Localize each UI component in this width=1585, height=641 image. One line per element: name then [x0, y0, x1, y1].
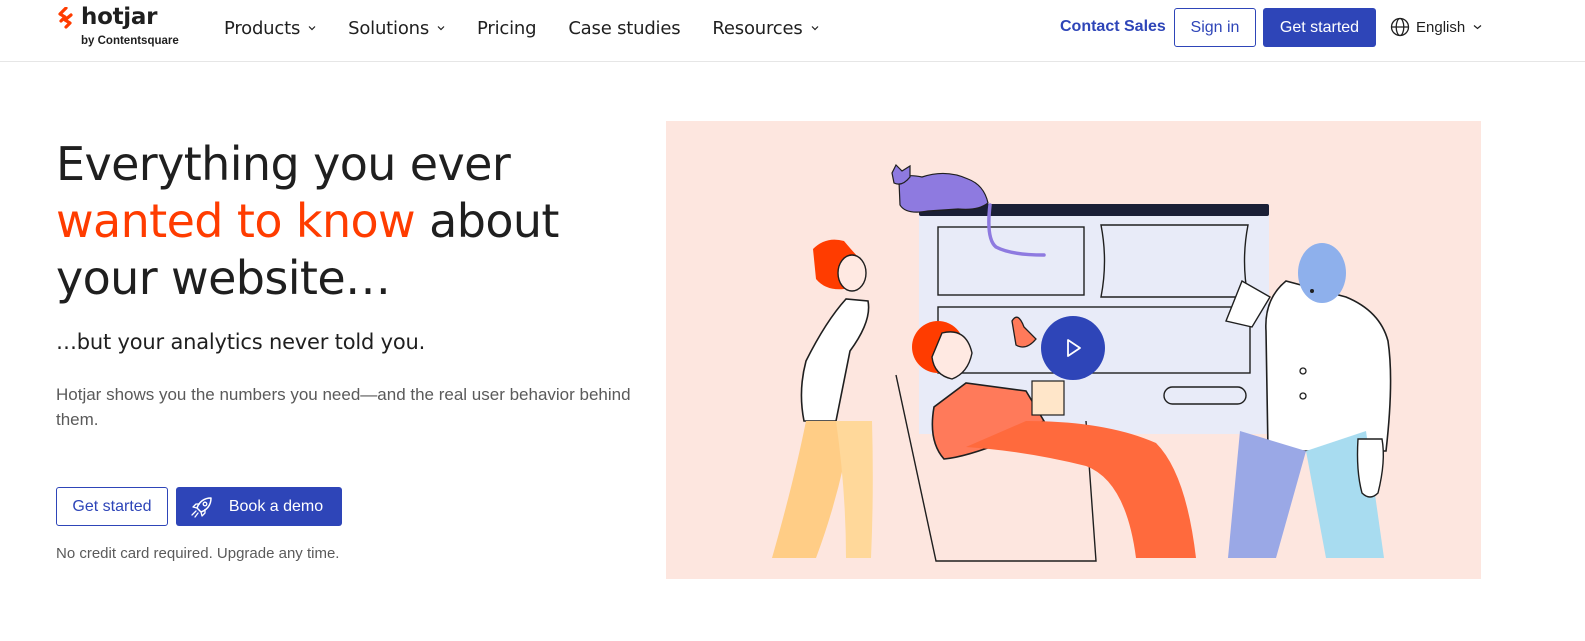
nav-label: Products	[224, 17, 301, 39]
language-selector[interactable]: English	[1390, 17, 1482, 37]
get-started-button[interactable]: Get started	[56, 487, 168, 526]
play-icon	[1067, 339, 1081, 357]
nav-item-pricing[interactable]: Pricing	[477, 18, 536, 39]
sign-in-button[interactable]: Sign in	[1174, 8, 1256, 47]
hotjar-logo[interactable]: hotjar by Contentsquare	[56, 4, 196, 52]
logo-tagline: by Contentsquare	[81, 35, 179, 47]
nav-item-case-studies[interactable]: Case studies	[568, 18, 680, 39]
get-started-nav-button[interactable]: Get started	[1263, 8, 1376, 47]
doctor-figure	[1265, 280, 1392, 452]
hero-subtitle: …but your analytics never told you.	[56, 330, 426, 354]
chevron-down-icon	[1473, 25, 1482, 30]
nav-label: Resources	[712, 17, 803, 39]
contact-sales-link[interactable]: Contact Sales	[1060, 18, 1166, 36]
play-video-button[interactable]	[1041, 316, 1105, 380]
nav-label: Case studies	[568, 17, 681, 39]
hero-description: Hotjar shows you the numbers you need—an…	[56, 385, 631, 429]
nav-item-solutions[interactable]: Solutions	[348, 18, 445, 39]
chevron-down-icon	[437, 26, 445, 31]
woman-figure	[800, 298, 870, 422]
globe-icon	[1390, 17, 1410, 37]
chevron-down-icon	[308, 26, 316, 31]
hero-title-part1: Everything you ever	[56, 137, 511, 191]
nav-label: Solutions	[348, 17, 430, 39]
no-credit-card-note: No credit card required. Upgrade any tim…	[56, 545, 340, 562]
nav-item-products[interactable]: Products	[224, 18, 316, 39]
hero-title: Everything you ever wanted to know about…	[56, 136, 656, 307]
rocket-icon	[191, 496, 212, 518]
hero-illustration	[666, 121, 1481, 579]
chevron-down-icon	[811, 26, 818, 31]
main-nav: Products Solutions Pricing Case studies …	[224, 0, 851, 56]
logo-wordmark: hotjar	[81, 4, 158, 30]
cat	[898, 172, 989, 213]
book-demo-label: Book a demo	[228, 497, 324, 515]
site-header: hotjar by Contentsquare Products Solutio…	[0, 0, 1585, 62]
book-demo-button[interactable]: Book a demo	[176, 487, 342, 526]
nav-label: Pricing	[477, 17, 537, 39]
nav-item-resources[interactable]: Resources	[712, 18, 818, 39]
hero-title-highlight: wanted to know	[56, 194, 416, 248]
hotjar-logo-icon	[58, 7, 73, 29]
language-label: English	[1416, 18, 1466, 36]
